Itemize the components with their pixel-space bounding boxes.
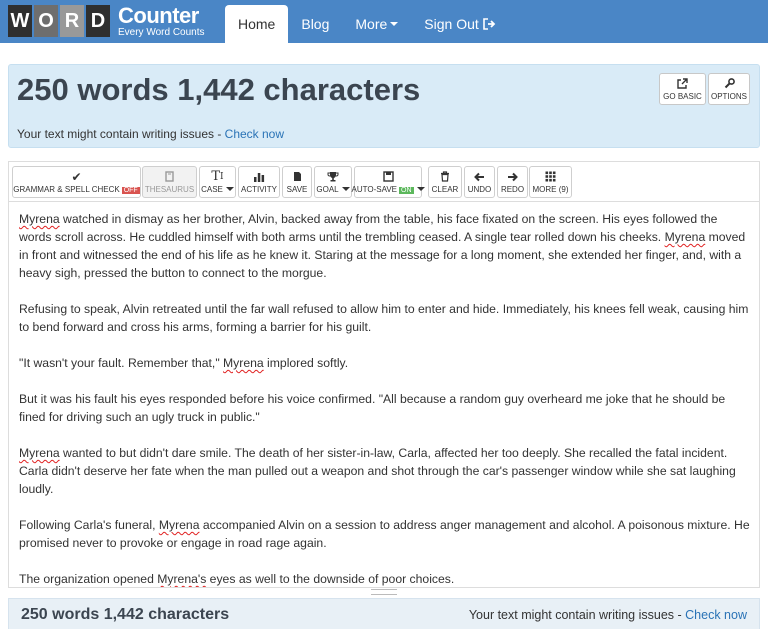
nav-blog[interactable]: Blog	[288, 5, 342, 43]
text-run: implored softly.	[264, 356, 348, 370]
book-icon	[165, 171, 174, 183]
save-button[interactable]: SAVE	[282, 166, 312, 198]
go-basic-label: GO BASIC	[663, 92, 702, 101]
logo-tagline: Every Word Counts	[118, 28, 205, 38]
wrench-icon	[724, 78, 735, 89]
undo-button[interactable]: UNDO	[464, 166, 495, 198]
redo-label: REDO	[501, 185, 524, 194]
text-run: The organization opened	[19, 572, 157, 586]
nav-more[interactable]: More	[342, 5, 411, 43]
options-label: OPTIONS	[711, 92, 747, 101]
text-run: wanted to but didn't dare smile. The dea…	[19, 446, 736, 496]
thesaurus-button[interactable]: THESAURUS	[142, 166, 197, 198]
site-logo[interactable]: W O R D Counter Every Word Counts	[8, 5, 205, 37]
goal-label: GOAL	[316, 185, 338, 194]
paragraph: Refusing to speak, Alvin retreated until…	[19, 300, 750, 336]
options-button[interactable]: OPTIONS	[708, 73, 750, 105]
paragraph: Myrena wanted to but didn't dare smile. …	[19, 444, 750, 498]
chevron-down-icon	[226, 187, 234, 191]
redo-button[interactable]: REDO	[497, 166, 528, 198]
text-run: eyes as well to the downside of poor cho…	[206, 572, 454, 586]
logo-letter: O	[34, 5, 58, 37]
floppy-disk-icon	[383, 171, 394, 183]
case-label: CASE	[201, 185, 223, 194]
arrow-left-icon	[474, 171, 485, 183]
misspelled-word[interactable]: Myrena	[19, 212, 60, 226]
paragraph: Myrena watched in dismay as her brother,…	[19, 210, 750, 282]
more-tools-label: MORE (9)	[533, 185, 569, 194]
more-tools-button[interactable]: MORE (9)	[529, 166, 572, 198]
logo-wordmark: Counter Every Word Counts	[118, 5, 205, 38]
clear-label: CLEAR	[432, 185, 459, 194]
arrow-right-icon	[507, 171, 518, 183]
word-character-count: 250 words 1,442 characters	[17, 72, 420, 108]
text-run: "It wasn't your fault. Remember that,"	[19, 356, 223, 370]
misspelled-word[interactable]: Myrena	[19, 446, 60, 460]
activity-button[interactable]: ACTIVITY	[238, 166, 280, 198]
paragraph: Following Carla's funeral, Myrena accomp…	[19, 516, 750, 552]
activity-label: ACTIVITY	[241, 185, 277, 194]
logo-name: Counter	[118, 5, 205, 27]
grammar-check-button[interactable]: ✔ GRAMMAR & SPELL CHECKOFF	[12, 166, 141, 198]
file-icon	[293, 171, 302, 183]
paragraph: But it was his fault his eyes responded …	[19, 390, 750, 426]
auto-save-state-badge: ON	[399, 187, 414, 194]
nav-home[interactable]: Home	[225, 5, 288, 43]
trophy-icon	[327, 171, 339, 183]
issues-text: Your text might contain writing issues -	[469, 608, 685, 622]
grid-icon	[545, 171, 556, 183]
writing-issues-notice-footer: Your text might contain writing issues -…	[469, 608, 747, 622]
text-run: Following Carla's funeral,	[19, 518, 159, 532]
editor-toolbar: ✔ GRAMMAR & SPELL CHECKOFF THESAURUS TI …	[8, 161, 760, 201]
save-label: SAVE	[287, 185, 308, 194]
misspelled-word[interactable]: Myrena's	[157, 572, 206, 586]
auto-save-label: AUTO-SAVE	[352, 185, 398, 194]
bottom-stats-bar: 250 words 1,442 characters Your text mig…	[8, 598, 760, 629]
logo-letter: R	[60, 5, 84, 37]
chevron-down-icon	[417, 187, 425, 191]
word-character-count-footer: 250 words 1,442 characters	[21, 606, 229, 624]
go-basic-button[interactable]: GO BASIC	[659, 73, 706, 105]
text-run: watched in dismay as her brother, Alvin,…	[19, 212, 717, 244]
sign-out-icon	[483, 18, 496, 30]
resize-handle[interactable]	[371, 589, 397, 595]
main-nav: Home Blog More Sign Out	[225, 5, 509, 43]
external-link-icon	[677, 78, 688, 89]
trash-icon	[440, 171, 450, 183]
issues-text: Your text might contain writing issues -	[17, 127, 225, 141]
logo-letter: D	[86, 5, 110, 37]
misspelled-word[interactable]: Myrena	[159, 518, 200, 532]
grammar-state-badge: OFF	[122, 187, 140, 194]
writing-issues-notice: Your text might contain writing issues -…	[17, 127, 284, 141]
paragraph: The organization opened Myrena's eyes as…	[19, 570, 750, 588]
case-button[interactable]: TI CASE	[199, 166, 236, 198]
auto-save-button[interactable]: AUTO-SAVEON	[354, 166, 422, 198]
bar-chart-icon	[253, 171, 265, 183]
undo-label: UNDO	[468, 185, 492, 194]
nav-more-label: More	[355, 16, 387, 32]
check-now-link[interactable]: Check now	[225, 127, 284, 141]
thesaurus-label: THESAURUS	[145, 185, 194, 194]
logo-letter: W	[8, 5, 32, 37]
nav-signout-label: Sign Out	[424, 16, 478, 32]
stats-panel: 250 words 1,442 characters Your text mig…	[8, 64, 760, 148]
nav-signout[interactable]: Sign Out	[411, 5, 508, 43]
text-editor[interactable]: Myrena watched in dismay as her brother,…	[8, 201, 760, 588]
top-navbar: W O R D Counter Every Word Counts Home B…	[0, 0, 768, 43]
check-now-link-footer[interactable]: Check now	[685, 608, 747, 622]
misspelled-word[interactable]: Myrena	[223, 356, 264, 370]
checkmark-icon: ✔	[71, 171, 81, 183]
chevron-down-icon	[342, 187, 350, 191]
text-case-icon: TI	[211, 171, 223, 183]
chevron-down-icon	[390, 22, 398, 26]
misspelled-word[interactable]: Myrena	[665, 230, 706, 244]
goal-button[interactable]: GOAL	[314, 166, 352, 198]
clear-button[interactable]: CLEAR	[428, 166, 462, 198]
grammar-check-label: GRAMMAR & SPELL CHECK	[13, 185, 119, 194]
paragraph: "It wasn't your fault. Remember that," M…	[19, 354, 750, 372]
